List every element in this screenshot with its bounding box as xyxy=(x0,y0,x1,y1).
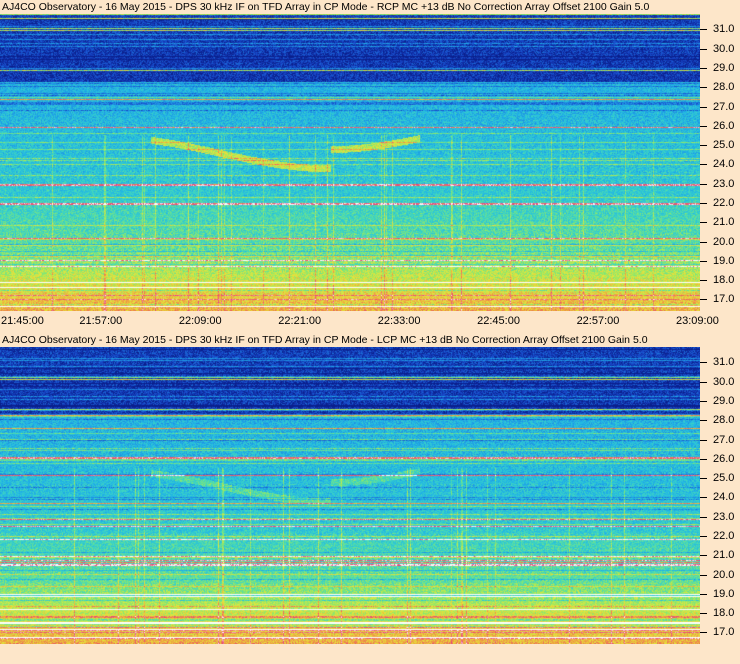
y-tick-label: 27.0 xyxy=(713,100,735,113)
y-tick xyxy=(700,145,707,147)
x-tick-label: 21:45:00 xyxy=(1,315,44,327)
y-tick-label: 27.0 xyxy=(713,433,735,446)
y-tick xyxy=(700,381,707,383)
y-tick-label: 22.0 xyxy=(713,530,735,542)
y-tick xyxy=(700,222,707,224)
y-tick-label: 19.0 xyxy=(713,254,735,267)
y-tick-label: 21.0 xyxy=(713,549,735,562)
y-tick xyxy=(700,632,707,634)
y-tick-label: 23.0 xyxy=(713,177,735,190)
y-tick xyxy=(700,401,707,402)
y-tick-label: 26.0 xyxy=(713,452,735,465)
y-tick xyxy=(700,555,707,557)
rcp-title: AJ4CO Observatory - 16 May 2015 - DPS 30… xyxy=(2,1,650,13)
y-tick-label: 26.0 xyxy=(713,119,735,132)
y-tick xyxy=(700,87,707,89)
y-tick xyxy=(700,439,707,441)
y-tick-label: 20.0 xyxy=(713,568,735,581)
y-tick-label: 17.0 xyxy=(713,626,735,639)
y-tick-label: 18.0 xyxy=(713,607,735,620)
y-tick-label: 28.0 xyxy=(713,414,735,427)
y-tick xyxy=(700,478,707,480)
y-tick xyxy=(700,299,707,301)
rcp-panel: AJ4CO Observatory - 16 May 2015 - DPS 30… xyxy=(0,0,740,331)
lcp-frequency-axis: 31.0 30.0 29.0 28.0 27.0 26.0 25.0 24.0 23.0 22.0… xyxy=(700,347,740,644)
y-tick xyxy=(700,203,707,204)
y-tick xyxy=(700,29,707,31)
y-tick-label: 23.0 xyxy=(713,510,735,523)
y-tick xyxy=(700,48,707,50)
x-tick-label: 22:57:00 xyxy=(576,315,620,327)
y-tick-label: 19.0 xyxy=(713,587,735,600)
y-tick-label: 21.0 xyxy=(713,216,735,229)
rcp-spectrogram xyxy=(0,14,700,311)
y-tick-label: 29.0 xyxy=(713,395,735,407)
y-tick-label: 31.0 xyxy=(713,23,735,36)
x-tick-label: 22:45:00 xyxy=(477,315,520,327)
y-tick xyxy=(700,536,707,537)
rcp-time-axis: 21:45:00 21:57:00 22:09:00 22:21:00 22:33:00… xyxy=(0,313,740,330)
y-tick-label: 30.0 xyxy=(713,42,735,55)
y-tick-label: 28.0 xyxy=(713,81,735,94)
y-tick-label: 22.0 xyxy=(713,197,735,209)
x-tick-label: 22:09:00 xyxy=(178,315,222,327)
y-tick xyxy=(700,574,707,576)
y-tick xyxy=(700,613,707,615)
y-tick xyxy=(700,593,707,595)
y-tick xyxy=(700,362,707,364)
y-tick-label: 31.0 xyxy=(713,356,735,369)
x-tick-label: 22:33:00 xyxy=(377,315,421,327)
y-tick xyxy=(700,164,707,166)
y-tick xyxy=(700,241,707,243)
y-tick xyxy=(700,458,707,460)
y-tick xyxy=(700,260,707,262)
y-tick-label: 29.0 xyxy=(713,62,735,74)
y-tick xyxy=(700,106,707,108)
y-tick xyxy=(700,183,707,185)
lcp-title: AJ4CO Observatory - 16 May 2015 - DPS 30… xyxy=(2,334,648,346)
y-tick-label: 25.0 xyxy=(713,139,735,152)
x-tick-label: 22:21:00 xyxy=(278,315,322,327)
y-tick xyxy=(700,68,707,69)
y-tick-label: 30.0 xyxy=(713,375,735,388)
y-tick-label: 20.0 xyxy=(713,235,735,248)
y-tick-label: 25.0 xyxy=(713,472,735,485)
y-tick xyxy=(700,125,707,127)
y-tick-label: 24.0 xyxy=(713,491,735,504)
lcp-panel: AJ4CO Observatory - 16 May 2015 - DPS 30… xyxy=(0,331,740,664)
x-tick-label: 21:57:00 xyxy=(79,315,123,327)
lcp-spectrogram xyxy=(0,347,700,644)
y-tick-label: 24.0 xyxy=(713,158,735,171)
y-tick xyxy=(700,497,707,499)
y-tick xyxy=(700,280,707,282)
y-tick xyxy=(700,420,707,422)
y-tick-label: 18.0 xyxy=(713,274,735,287)
y-tick-label: 17.0 xyxy=(713,293,735,306)
x-tick-label: 23:09:00 xyxy=(676,315,719,327)
y-tick xyxy=(700,516,707,518)
rcp-frequency-axis: 31.0 30.0 29.0 28.0 27.0 26.0 25.0 24.0 23.0 22.0… xyxy=(700,14,740,311)
